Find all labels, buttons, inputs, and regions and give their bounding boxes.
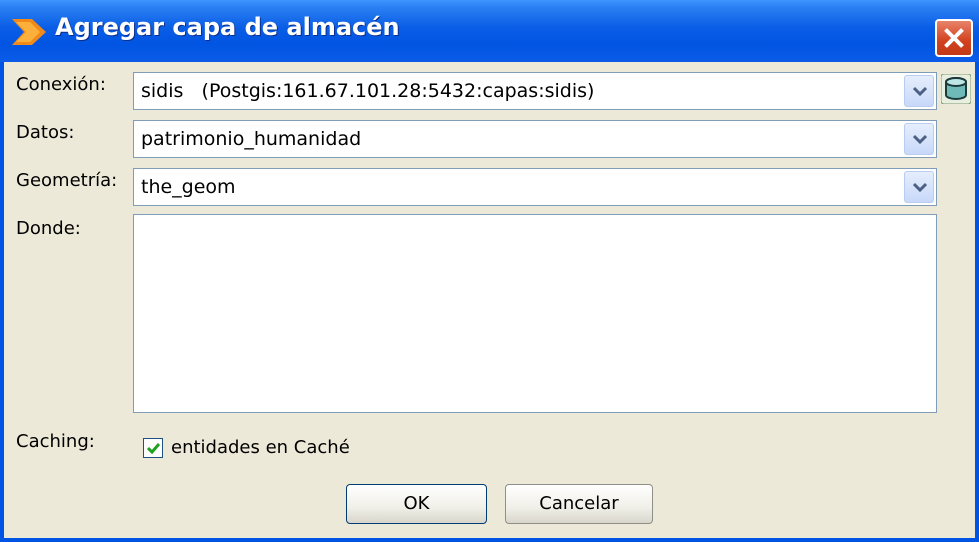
chevron-down-icon[interactable] bbox=[904, 75, 934, 107]
geometry-value: the_geom bbox=[141, 176, 236, 198]
layer-arrow-icon bbox=[12, 17, 46, 47]
dialog-window: Agregar capa de almacén Conexión: sidis … bbox=[0, 0, 979, 542]
connection-select[interactable]: sidis (Postgis:161.67.101.28:5432:capas:… bbox=[133, 72, 937, 110]
data-label: Datos: bbox=[16, 122, 75, 143]
data-value: patrimonio_humanidad bbox=[141, 128, 362, 150]
database-icon[interactable] bbox=[940, 73, 972, 105]
cancel-button[interactable]: Cancelar bbox=[505, 484, 653, 524]
close-button[interactable] bbox=[935, 19, 973, 57]
connection-value: sidis (Postgis:161.67.101.28:5432:capas:… bbox=[141, 80, 595, 102]
ok-button[interactable]: OK bbox=[346, 484, 487, 524]
title-bar[interactable]: Agregar capa de almacén bbox=[0, 0, 979, 62]
chevron-down-icon[interactable] bbox=[904, 171, 934, 203]
caching-label: Caching: bbox=[16, 431, 95, 452]
cache-checkbox[interactable] bbox=[143, 438, 163, 458]
chevron-down-icon[interactable] bbox=[904, 123, 934, 155]
where-label: Donde: bbox=[16, 218, 81, 239]
dialog-body: Conexión: sidis (Postgis:161.67.101.28:5… bbox=[4, 62, 975, 538]
connection-label: Conexión: bbox=[16, 74, 106, 95]
where-textarea[interactable] bbox=[133, 214, 937, 413]
data-select[interactable]: patrimonio_humanidad bbox=[133, 120, 937, 158]
geometry-label: Geometría: bbox=[16, 170, 118, 191]
geometry-select[interactable]: the_geom bbox=[133, 168, 937, 206]
cache-checkbox-label[interactable]: entidades en Caché bbox=[171, 437, 350, 458]
checkmark-icon bbox=[146, 443, 161, 455]
window-title: Agregar capa de almacén bbox=[55, 13, 400, 41]
